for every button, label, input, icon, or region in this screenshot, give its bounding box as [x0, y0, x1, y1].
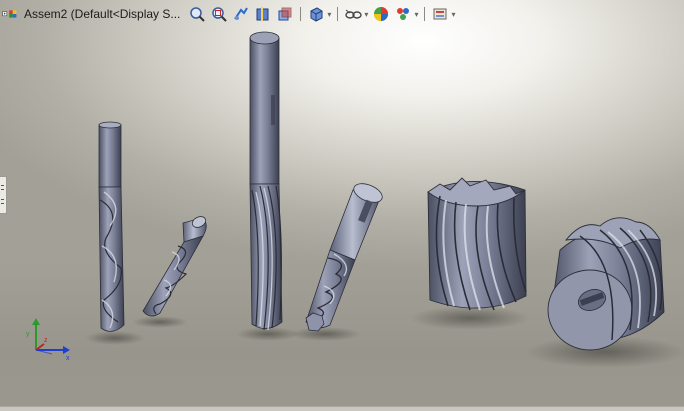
- y-axis-arrow-icon: [32, 318, 40, 325]
- assembly-tree-icon[interactable]: [2, 5, 20, 23]
- helical-face-mill-model[interactable]: [547, 217, 665, 351]
- helical-shell-cutter-model[interactable]: [427, 177, 527, 311]
- heads-up-toolbar: Assem2 (Default<Display S... ▾ ▾ ▾ ▾: [0, 0, 684, 28]
- z-axis-label: z: [44, 337, 48, 344]
- twist-drill-model[interactable]: [98, 121, 125, 332]
- view-settings-icon[interactable]: [431, 5, 449, 23]
- x-axis-arrow-icon: [63, 346, 70, 354]
- chevron-down-icon[interactable]: ▾: [327, 10, 331, 19]
- chevron-down-icon[interactable]: ▾: [451, 10, 455, 19]
- previous-view-icon[interactable]: [232, 5, 250, 23]
- document-title: Assem2 (Default<Display S...: [24, 7, 181, 21]
- zoom-to-fit-icon[interactable]: [188, 5, 206, 23]
- toolbar-separator: [337, 7, 339, 21]
- chevron-down-icon[interactable]: ▾: [364, 10, 368, 19]
- viewport-bottom-border: [0, 406, 684, 411]
- apply-scene-icon[interactable]: [394, 5, 412, 23]
- model-scene[interactable]: [0, 0, 684, 411]
- y-axis-label: y: [26, 331, 30, 338]
- long-end-mill-model[interactable]: [249, 31, 283, 331]
- edit-appearance-icon[interactable]: [372, 5, 390, 23]
- view-orientation-icon[interactable]: [307, 5, 325, 23]
- short-twist-drill-model[interactable]: [142, 215, 207, 317]
- toolbar-separator: [424, 7, 426, 21]
- reference-triad: y x z: [26, 318, 70, 360]
- feature-manager-flyout-handle[interactable]: [0, 176, 7, 214]
- dynamic-annotation-icon[interactable]: [276, 5, 294, 23]
- hide-show-items-icon[interactable]: [344, 5, 363, 23]
- chevron-down-icon[interactable]: ▾: [414, 10, 418, 19]
- toolbar-separator: [300, 7, 302, 21]
- x-axis-label: x: [66, 355, 70, 360]
- zoom-to-area-icon[interactable]: [210, 5, 228, 23]
- section-view-icon[interactable]: [254, 5, 272, 23]
- roughing-end-mill-model[interactable]: [305, 180, 385, 332]
- graphics-viewport[interactable]: Assem2 (Default<Display S... ▾ ▾ ▾ ▾ y x…: [0, 0, 684, 411]
